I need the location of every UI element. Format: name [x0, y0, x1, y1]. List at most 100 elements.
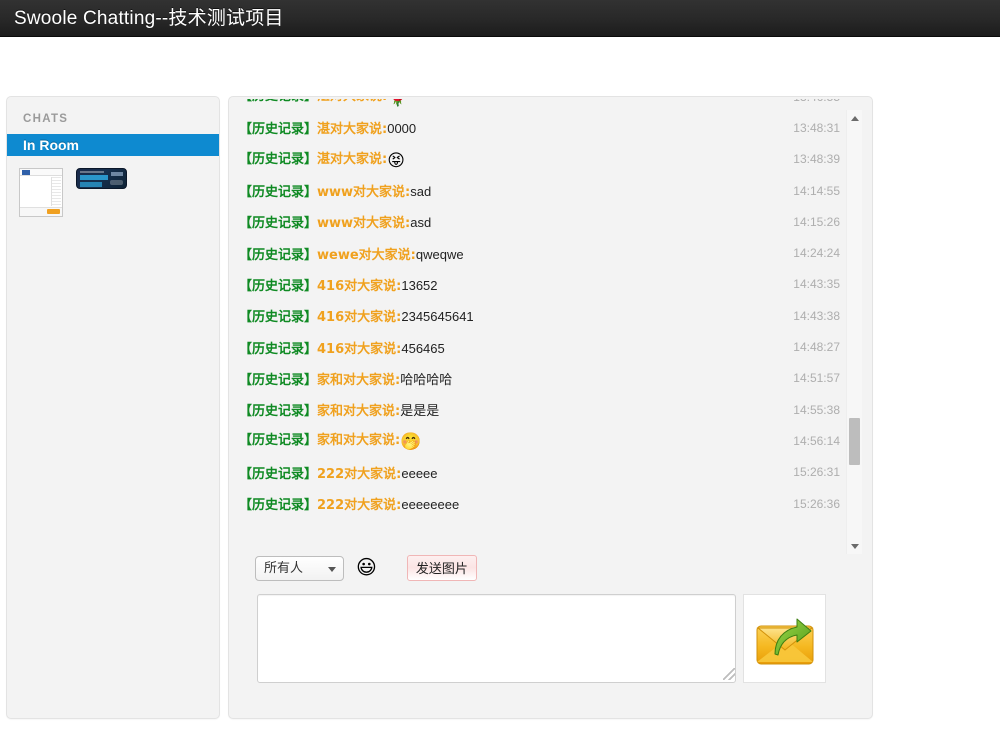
message-row: 【历史记录】家和对大家说:哈哈哈哈 14:51:57: [239, 363, 846, 394]
scroll-down-arrow-icon[interactable]: [847, 538, 863, 554]
message-emoji: 🌹: [387, 99, 408, 107]
message-history-tag: 【历史记录】: [239, 310, 318, 326]
top-navbar: Swoole Chatting--技术测试项目: [0, 0, 1000, 37]
message-sender: www对大家说:: [317, 216, 411, 232]
message-row: 【历史记录】家和对大家说:是是是 14:55:38: [239, 394, 846, 425]
message-list-scrollbar[interactable]: [846, 110, 862, 554]
chats-sidebar-panel: CHATS In Room: [6, 96, 220, 719]
message-body: 【历史记录】222对大家说:eeeee: [239, 463, 793, 482]
message-body: 【历史记录】416对大家说:2345645641: [239, 306, 793, 325]
send-image-button[interactable]: 发送图片: [406, 555, 477, 581]
message-history-tag: 【历史记录】: [239, 498, 318, 513]
message-sender: 416对大家说:: [317, 310, 402, 326]
message-body: 【历史记录】222对大家说:eeeeeeee: [239, 494, 793, 513]
banner-line-2: [80, 175, 108, 180]
message-history-tag: 【历史记录】: [239, 99, 317, 104]
chat-main-panel: 【历史记录】湛对大家说:🌹13:46:55【历史记录】湛对大家说:000013:…: [228, 96, 873, 719]
scroll-up-arrow-icon[interactable]: [847, 110, 863, 126]
message-body: 【历史记录】湛对大家说:😝: [239, 148, 793, 171]
message-history-tag: 【历史记录】: [239, 247, 318, 263]
message-row: 【历史记录】湛对大家说:🌹13:46:55: [239, 99, 846, 112]
message-timestamp: 14:43:38: [793, 308, 840, 323]
message-emoji: 😝: [387, 150, 405, 170]
scrollbar-thumb[interactable]: [849, 418, 860, 465]
message-text: eeeee: [401, 465, 438, 481]
message-text: sad: [410, 184, 432, 200]
message-sender: 222对大家说:: [317, 466, 402, 482]
chats-heading: CHATS: [23, 113, 69, 125]
message-text: eeeeeeee: [401, 497, 460, 512]
message-sender: 416对大家说:: [317, 341, 402, 357]
emoji-picker-icon[interactable]: 😃: [356, 558, 377, 578]
message-timestamp: 14:14:55: [793, 183, 840, 198]
message-row: 【历史记录】416对大家说:456465 14:48:27: [239, 331, 846, 362]
send-message-button[interactable]: [743, 594, 826, 683]
banner-badge-top: [111, 172, 123, 176]
message-row: 【历史记录】222对大家说:eeeeeeee 15:26:36: [239, 488, 846, 519]
message-history-tag: 【历史记录】: [239, 466, 318, 482]
thumbnail-logo: [22, 170, 30, 175]
message-list: 【历史记录】湛对大家说:🌹13:46:55【历史记录】湛对大家说:000013:…: [239, 99, 846, 519]
message-row: 【历史记录】www对大家说:sad 14:14:55: [239, 175, 846, 206]
message-sender: 湛对大家说:: [317, 151, 388, 167]
message-history-tag: 【历史记录】: [239, 151, 318, 167]
message-text: 哈哈哈哈: [400, 371, 453, 387]
sidebar-item-in-room[interactable]: In Room: [7, 134, 219, 156]
chat-room-list: In Room: [7, 134, 219, 156]
message-text: asd: [410, 215, 432, 231]
message-timestamp: 13:48:39: [793, 152, 840, 167]
message-row: 【历史记录】湛对大家说:0000 13:48:31: [239, 112, 846, 143]
thumbnail-sidelist: [51, 177, 61, 206]
message-history-tag: 【历史记录】: [239, 404, 318, 420]
message-history-tag: 【历史记录】: [239, 372, 318, 388]
message-list-viewport: 【历史记录】湛对大家说:🌹13:46:55【历史记录】湛对大家说:000013:…: [239, 99, 864, 554]
banner-badge-bottom: [110, 180, 123, 185]
send-mail-icon: [756, 618, 813, 664]
message-sender: 湛对大家说:: [317, 99, 387, 104]
message-body: 【历史记录】湛对大家说:0000: [239, 118, 793, 137]
message-sender: 家和对大家说:: [317, 372, 401, 388]
message-row: 【历史记录】湛对大家说:😝 13:48:39: [239, 144, 846, 175]
message-sender: 家和对大家说:: [317, 433, 401, 449]
thumbnail-button: [47, 209, 60, 214]
message-sender: 222对大家说:: [317, 498, 402, 513]
message-text: 0000: [387, 121, 417, 137]
compose-area: [257, 594, 826, 683]
message-text: qweqwe: [415, 246, 464, 262]
message-sender: 416对大家说:: [317, 278, 402, 294]
message-history-tag: 【历史记录】: [239, 341, 318, 357]
message-body: 【历史记录】家和对大家说:🤭: [239, 429, 793, 452]
message-input[interactable]: [257, 594, 736, 683]
message-timestamp: 14:48:27: [793, 340, 840, 355]
message-row: 【历史记录】416对大家说:13652 14:43:35: [239, 269, 846, 300]
recipient-select[interactable]: 所有人: [255, 555, 344, 581]
message-history-tag: 【历史记录】: [239, 122, 318, 138]
document-screenshot-thumbnail[interactable]: [19, 168, 63, 217]
recipient-select-wrapper: 所有人: [255, 555, 344, 581]
compose-toolbar: 所有人 😃 发送图片: [255, 555, 477, 581]
message-sender: www对大家说:: [317, 185, 411, 201]
message-timestamp: 14:51:57: [793, 371, 840, 386]
message-body: 【历史记录】www对大家说:sad: [239, 181, 793, 200]
message-row: 【历史记录】222对大家说:eeeee 15:26:31: [239, 457, 846, 488]
message-history-tag: 【历史记录】: [239, 433, 318, 449]
message-row: 【历史记录】wewe对大家说:qweqwe 14:24:24: [239, 237, 846, 268]
message-text: 13652: [401, 277, 438, 293]
message-body: 【历史记录】www对大家说:asd: [239, 212, 793, 231]
message-sender: wewe对大家说:: [317, 247, 416, 263]
banner-line-3: [80, 182, 102, 187]
message-history-tag: 【历史记录】: [239, 185, 318, 201]
message-body: 【历史记录】家和对大家说:哈哈哈哈: [239, 369, 793, 388]
message-timestamp: 14:24:24: [793, 246, 840, 261]
message-timestamp: 15:26:36: [793, 496, 840, 511]
message-text: 456465: [401, 340, 445, 356]
message-timestamp: 14:43:35: [793, 277, 840, 292]
message-body: 【历史记录】家和对大家说:是是是: [239, 400, 793, 419]
message-body: 【历史记录】416对大家说:13652: [239, 275, 793, 294]
message-timestamp: 14:56:14: [793, 433, 840, 448]
banner-line-1: [80, 171, 104, 173]
message-timestamp: 14:55:38: [793, 402, 840, 417]
blue-banner-thumbnail[interactable]: [76, 168, 127, 189]
message-row: 【历史记录】www对大家说:asd 14:15:26: [239, 206, 846, 237]
message-body: 【历史记录】wewe对大家说:qweqwe: [239, 244, 793, 263]
